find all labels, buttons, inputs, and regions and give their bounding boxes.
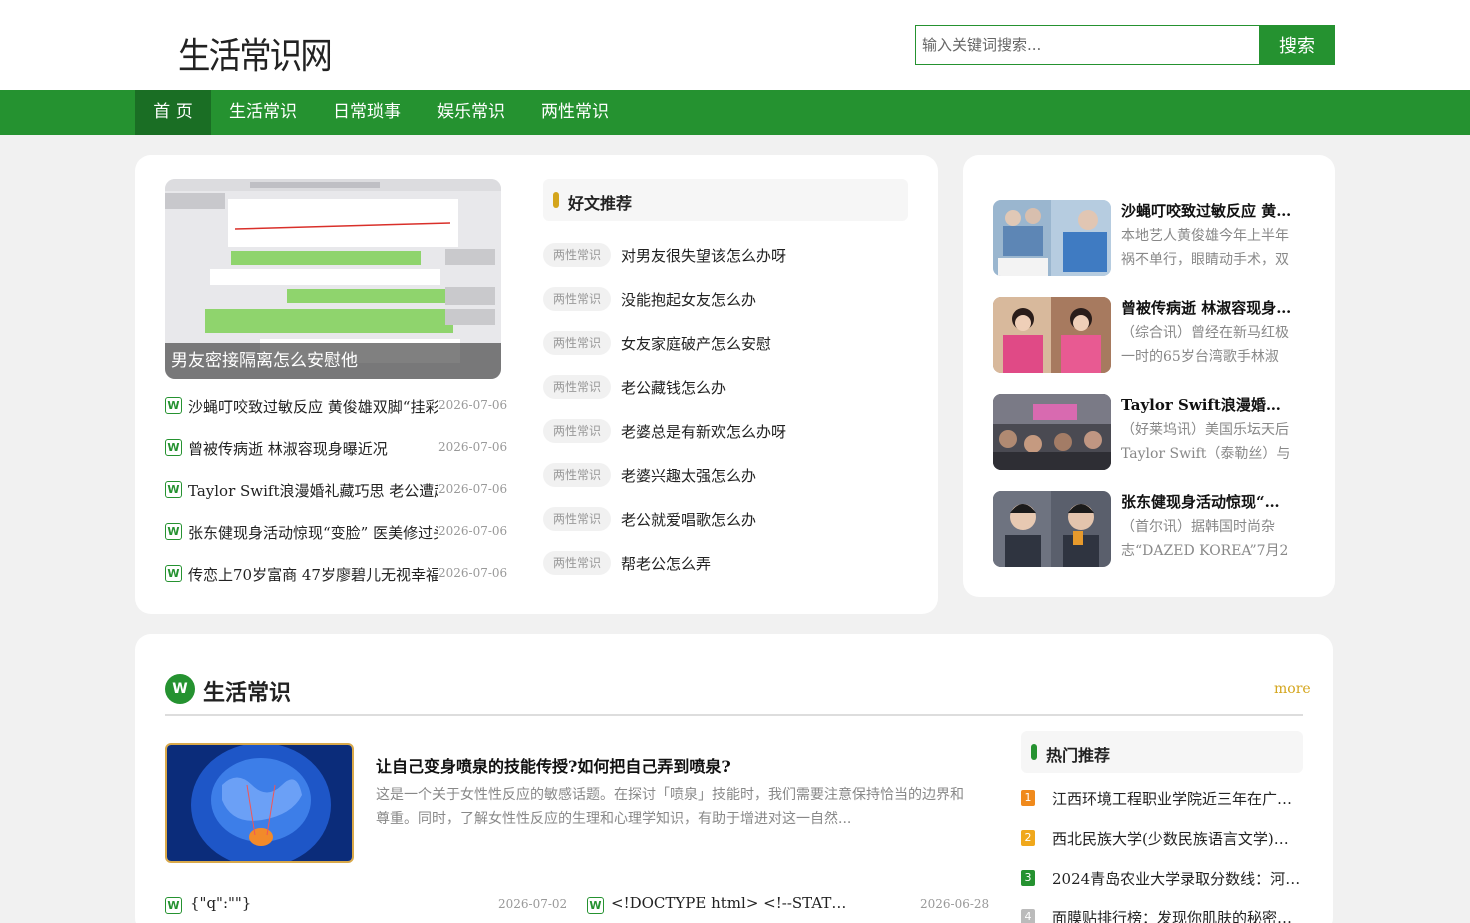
article-desc: 这是一个关于女性性反应的敏感话题。在探讨「喷泉」技能时，我们需要注意保持恰当的边… xyxy=(376,787,964,827)
hot-item[interactable]: 2024青岛农业大学录取分数线：河南省 xyxy=(1052,868,1302,889)
news-thumbnail[interactable] xyxy=(993,297,1111,373)
recommend-title: 好文推荐 xyxy=(568,194,633,213)
side-news-title[interactable]: 沙蝇叮咬致过敏反应 黄俊雄双脚“挂彩” xyxy=(1121,200,1293,221)
nav-item-entertainment[interactable]: 娱乐常识 xyxy=(429,90,513,135)
more-link[interactable]: more xyxy=(1274,681,1311,697)
recommend-item[interactable]: 老公藏钱怎么办 xyxy=(621,377,726,398)
nav-item-life[interactable]: 生活常识 xyxy=(221,90,305,135)
rank-badge: 4 xyxy=(1021,909,1035,923)
category-tag[interactable]: 两性常识 xyxy=(543,375,611,399)
news-item-title[interactable]: {"q":""} xyxy=(190,894,470,912)
anatomy-image xyxy=(167,745,352,861)
side-news-title[interactable]: 张东健现身活动惊现“变脸” xyxy=(1121,491,1293,512)
news-item-date: 2026-07-06 xyxy=(438,440,508,454)
section-marker xyxy=(553,192,559,208)
news-item-date: 2026-07-06 xyxy=(438,482,508,496)
header: 生活常识网 搜索 xyxy=(0,0,1470,90)
side-news-desc: （首尔讯）据韩国时尚杂志“DAZED KOREA”7月2日 xyxy=(1121,519,1289,559)
side-news-desc: （好莱坞讯）美国乐坛天后Taylor Swift（泰勒丝）与 xyxy=(1121,422,1291,462)
rank-badge: 1 xyxy=(1021,790,1035,806)
nav-item-home[interactable]: 首 页 xyxy=(135,90,211,135)
recommend-header: 好文推荐 xyxy=(543,179,908,221)
side-news-title[interactable]: Taylor Swift浪漫婚礼藏巧思 xyxy=(1121,394,1293,415)
section-divider xyxy=(165,714,1303,716)
category-tag[interactable]: 两性常识 xyxy=(543,551,611,575)
category-tag[interactable]: 两性常识 xyxy=(543,287,611,311)
main-nav: 首 页 生活常识 日常琐事 娱乐常识 两性常识 xyxy=(0,90,1470,135)
featured-image[interactable]: 男友密接隔离怎么安慰他 xyxy=(165,179,501,379)
w-icon: W xyxy=(165,897,182,914)
recommend-item[interactable]: 帮老公怎么弄 xyxy=(621,553,711,574)
search-button[interactable]: 搜索 xyxy=(1259,25,1335,65)
news-item-title[interactable]: 曾被传病逝 林淑容现身曝近况 xyxy=(188,438,438,459)
recommend-item[interactable]: 女友家庭破产怎么安慰 xyxy=(621,333,771,354)
section-title: 生活常识 xyxy=(203,680,292,706)
article-thumbnail[interactable] xyxy=(165,743,354,863)
section-w-icon: W xyxy=(165,674,195,704)
w-icon: W xyxy=(165,481,182,498)
hospital-photo xyxy=(993,200,1111,276)
side-news-desc: 本地艺人黄俊雄今年上半年祸不单行，眼睛动手术，双 xyxy=(1121,228,1289,268)
news-item-title[interactable]: 张东健现身活动惊现“变脸” 医美修过头 xyxy=(188,522,438,543)
hot-item[interactable]: 西北民族大学(少数民族语言文学)近三年分数线 xyxy=(1052,828,1302,849)
news-item-date: 2026-07-06 xyxy=(438,398,508,412)
news-thumbnail[interactable] xyxy=(993,491,1111,567)
hot-item[interactable]: 面膜贴排行榜：发现你肌肤的秘密武器 xyxy=(1052,907,1302,923)
w-icon: W xyxy=(165,439,182,456)
news-item-date: 2026-07-02 xyxy=(498,897,568,911)
actor-photo xyxy=(993,491,1111,567)
featured-caption[interactable]: 男友密接隔离怎么安慰他 xyxy=(165,343,501,379)
hot-header: 热门推荐 xyxy=(1021,731,1303,773)
w-icon: W xyxy=(165,523,182,540)
category-tag[interactable]: 两性常识 xyxy=(543,419,611,443)
news-thumbnail[interactable] xyxy=(993,200,1111,276)
recommend-item[interactable]: 老婆兴趣太强怎么办 xyxy=(621,465,756,486)
hot-title: 热门推荐 xyxy=(1046,746,1111,765)
rank-badge: 2 xyxy=(1021,830,1035,846)
news-item-title[interactable]: Taylor Swift浪漫婚礼藏巧思 老公遭起底 xyxy=(188,480,438,501)
w-icon: W xyxy=(165,565,182,582)
category-tag[interactable]: 两性常识 xyxy=(543,507,611,531)
news-item-title[interactable]: <!DOCTYPE html> <!--STATUS OK--> xyxy=(611,894,851,912)
w-icon: W xyxy=(587,897,604,914)
rank-badge: 3 xyxy=(1021,870,1035,886)
news-item-title[interactable]: 沙蝇叮咬致过敏反应 黄俊雄双脚“挂彩” xyxy=(188,396,438,417)
singer-photo xyxy=(993,297,1111,373)
news-item-date: 2026-07-06 xyxy=(438,524,508,538)
news-item-date: 2026-06-28 xyxy=(920,897,990,911)
hot-item[interactable]: 江西环境工程职业学院近三年在广东的录取分数线 xyxy=(1052,788,1302,809)
wedding-crowd-photo xyxy=(993,394,1111,470)
recommend-item[interactable]: 没能抱起女友怎么办 xyxy=(621,289,756,310)
side-news-title[interactable]: 曾被传病逝 林淑容现身曝近况 xyxy=(1121,297,1293,318)
site-logo[interactable]: 生活常识网 xyxy=(178,27,333,79)
article-title[interactable]: 让自己变身喷泉的技能传授?如何把自己弄到喷泉? xyxy=(376,753,731,777)
nav-item-relationship[interactable]: 两性常识 xyxy=(533,90,617,135)
news-thumbnail[interactable] xyxy=(993,394,1111,470)
search-input[interactable] xyxy=(915,25,1260,65)
news-item-date: 2026-07-06 xyxy=(438,566,508,580)
recommend-item[interactable]: 对男友很失望该怎么办呀 xyxy=(621,245,786,266)
recommend-item[interactable]: 老公就爱唱歌怎么办 xyxy=(621,509,756,530)
category-tag[interactable]: 两性常识 xyxy=(543,331,611,355)
w-icon: W xyxy=(165,397,182,414)
nav-item-daily[interactable]: 日常琐事 xyxy=(325,90,409,135)
recommend-item[interactable]: 老婆总是有新欢怎么办呀 xyxy=(621,421,786,442)
category-tag[interactable]: 两性常识 xyxy=(543,463,611,487)
section-marker xyxy=(1031,744,1037,760)
category-tag[interactable]: 两性常识 xyxy=(543,243,611,267)
side-news-desc: （综合讯）曾经在新马红极一时的65岁台湾歌手林淑 xyxy=(1121,325,1289,365)
news-item-title[interactable]: 传恋上70岁富商 47岁廖碧儿无视幸福 xyxy=(188,564,438,585)
